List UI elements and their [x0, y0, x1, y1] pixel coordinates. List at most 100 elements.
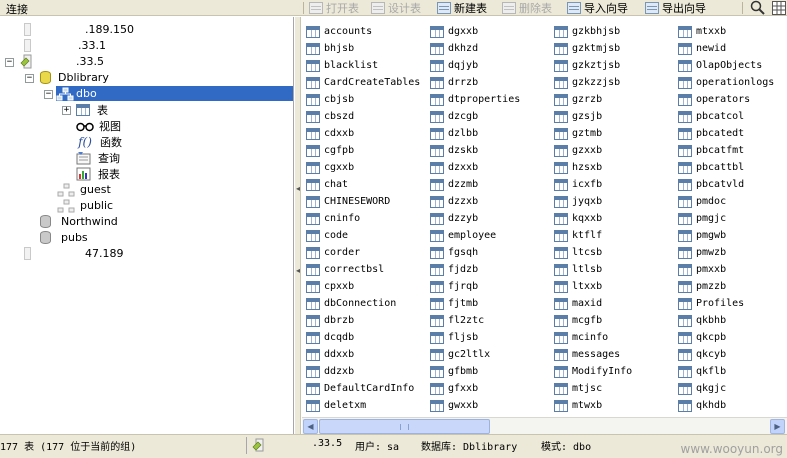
- table-item[interactable]: drrzb: [430, 74, 478, 91]
- collapse-toggle[interactable]: −: [25, 74, 34, 83]
- table-item[interactable]: deletxm: [306, 397, 366, 414]
- table-item[interactable]: pbcatfmt: [678, 142, 744, 159]
- table-item[interactable]: dzzyb: [430, 210, 478, 227]
- table-item[interactable]: pbcatedt: [678, 125, 744, 142]
- tree-schema-dbo[interactable]: dbo: [56, 86, 293, 101]
- table-item[interactable]: qkhdb: [678, 397, 726, 414]
- table-item[interactable]: pmxxb: [678, 261, 726, 278]
- table-item[interactable]: qkgjc: [678, 380, 726, 397]
- table-item[interactable]: employee: [430, 227, 496, 244]
- table-item[interactable]: qkcyb: [678, 346, 726, 363]
- table-item[interactable]: gfbmb: [430, 363, 478, 380]
- table-item[interactable]: bhjsb: [306, 40, 354, 57]
- table-item[interactable]: gfxxb: [430, 380, 478, 397]
- table-item[interactable]: CHINESEWORD: [306, 193, 390, 210]
- tree-server-47-189[interactable]: 47.189: [24, 246, 126, 261]
- table-item[interactable]: gztmb: [554, 125, 602, 142]
- table-item[interactable]: pbcattbl: [678, 159, 744, 176]
- table-item[interactable]: gzkzzjsb: [554, 74, 620, 91]
- collapse-toggle[interactable]: −: [44, 90, 53, 99]
- table-item[interactable]: accounts: [306, 23, 372, 40]
- table-item[interactable]: cbszd: [306, 108, 354, 125]
- table-item[interactable]: hzsxb: [554, 159, 602, 176]
- scroll-right-button[interactable]: ▶: [770, 419, 785, 434]
- export-wizard-button[interactable]: 导出向导: [645, 0, 706, 16]
- tree-server-189-150[interactable]: .189.150: [24, 22, 136, 37]
- table-item[interactable]: gwxxb: [430, 397, 478, 414]
- scroll-left-button[interactable]: ◀: [303, 419, 318, 434]
- table-item[interactable]: corder: [306, 244, 360, 261]
- table-item[interactable]: pmgjc: [678, 210, 726, 227]
- table-item[interactable]: gzxxb: [554, 142, 602, 159]
- search-icon[interactable]: [750, 0, 766, 16]
- table-item[interactable]: blacklist: [306, 57, 378, 74]
- table-item[interactable]: dzskb: [430, 142, 478, 159]
- table-item[interactable]: qkbhb: [678, 312, 726, 329]
- tree-tables[interactable]: 表: [76, 102, 110, 117]
- table-item[interactable]: gzkztjsb: [554, 57, 620, 74]
- tree-views[interactable]: 视图: [76, 118, 123, 133]
- table-item[interactable]: DefaultCardInfo: [306, 380, 414, 397]
- table-item[interactable]: dzlbb: [430, 125, 478, 142]
- tree-database-dblibrary[interactable]: Dblibrary: [40, 70, 111, 85]
- table-item[interactable]: dzzmb: [430, 176, 478, 193]
- table-item[interactable]: fjtmb: [430, 295, 478, 312]
- table-item[interactable]: pmwzb: [678, 244, 726, 261]
- table-item[interactable]: chat: [306, 176, 348, 193]
- tree-functions[interactable]: f() 函数: [76, 134, 124, 149]
- table-item[interactable]: fjrqb: [430, 278, 478, 295]
- tree-reports[interactable]: 报表: [76, 166, 122, 181]
- collapse-toggle[interactable]: −: [5, 58, 14, 67]
- tree-schema-guest[interactable]: guest: [57, 182, 113, 197]
- table-item[interactable]: dqjyb: [430, 57, 478, 74]
- table-item[interactable]: gc2ltlx: [430, 346, 490, 363]
- table-item[interactable]: mcgfb: [554, 312, 602, 329]
- chevron-left-icon[interactable]: ◂: [295, 265, 301, 277]
- table-item[interactable]: cninfo: [306, 210, 360, 227]
- tree-schema-public[interactable]: public: [57, 198, 115, 213]
- table-item[interactable]: pmzzb: [678, 278, 726, 295]
- table-item[interactable]: operators: [678, 91, 750, 108]
- table-item[interactable]: dgxxb: [430, 23, 478, 40]
- tree-database-pubs[interactable]: pubs: [40, 230, 90, 245]
- table-item[interactable]: dbConnection: [306, 295, 396, 312]
- table-item[interactable]: fjdzb: [430, 261, 478, 278]
- table-item[interactable]: ltlsb: [554, 261, 602, 278]
- table-item[interactable]: CardCreateTables: [306, 74, 420, 91]
- table-item[interactable]: ltxxb: [554, 278, 602, 295]
- table-item[interactable]: dkhzd: [430, 40, 478, 57]
- table-item[interactable]: gzsjb: [554, 108, 602, 125]
- table-item[interactable]: operationlogs: [678, 74, 774, 91]
- table-item[interactable]: cpxxb: [306, 278, 354, 295]
- table-item[interactable]: mtwxb: [554, 397, 602, 414]
- expand-toggle[interactable]: +: [62, 106, 71, 115]
- table-item[interactable]: gzktmjsb: [554, 40, 620, 57]
- table-item[interactable]: pbcatcol: [678, 108, 744, 125]
- scrollbar-thumb[interactable]: [319, 419, 490, 434]
- table-item[interactable]: dzxxb: [430, 159, 478, 176]
- table-item[interactable]: dtproperties: [430, 91, 520, 108]
- table-item[interactable]: ModifyInfo: [554, 363, 632, 380]
- table-item[interactable]: icxfb: [554, 176, 602, 193]
- table-item[interactable]: dbrzb: [306, 312, 354, 329]
- table-item[interactable]: gzkbhjsb: [554, 23, 620, 40]
- table-item[interactable]: dcqdb: [306, 329, 354, 346]
- tree-database-northwind[interactable]: Northwind: [40, 214, 120, 229]
- table-item[interactable]: dzcgb: [430, 108, 478, 125]
- chevron-left-icon[interactable]: ◂: [295, 183, 301, 195]
- table-item[interactable]: mtjsc: [554, 380, 602, 397]
- tree-queries[interactable]: 查询: [76, 150, 122, 165]
- table-item[interactable]: fgsqh: [430, 244, 478, 261]
- table-item[interactable]: fljsb: [430, 329, 478, 346]
- table-item[interactable]: mcinfo: [554, 329, 608, 346]
- table-item[interactable]: jyqxb: [554, 193, 602, 210]
- horizontal-scrollbar[interactable]: ◀ ▶: [302, 417, 787, 434]
- table-item[interactable]: cgxxb: [306, 159, 354, 176]
- table-item[interactable]: pmgwb: [678, 227, 726, 244]
- table-item[interactable]: code: [306, 227, 348, 244]
- design-table-button[interactable]: 设计表: [371, 0, 421, 16]
- table-item[interactable]: ltcsb: [554, 244, 602, 261]
- table-item[interactable]: Profiles: [678, 295, 744, 312]
- tree-server-33-1[interactable]: .33.1: [24, 38, 108, 53]
- table-item[interactable]: ddzxb: [306, 363, 354, 380]
